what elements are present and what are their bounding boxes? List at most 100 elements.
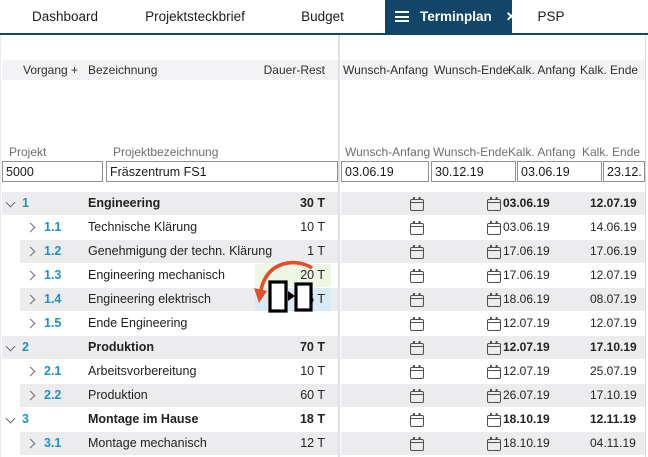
- calendar-icon[interactable]: [487, 340, 501, 355]
- calendar-icon[interactable]: [410, 340, 424, 355]
- col-kalk-ende[interactable]: Kalk. Ende: [580, 63, 638, 77]
- tab-projektsteckbrief[interactable]: Projektsteckbrief: [130, 0, 260, 33]
- tab-terminplan[interactable]: Terminplan ✕: [385, 0, 517, 33]
- task-duration[interactable]: 70 T: [255, 336, 325, 359]
- wunsch-anfang-field[interactable]: [341, 161, 429, 182]
- task-name[interactable]: Genehmigung der techn. Klärung: [88, 240, 272, 263]
- task-duration[interactable]: 12 T: [255, 432, 325, 455]
- kalk-ende-value[interactable]: 12.07.19: [590, 312, 637, 335]
- calendar-icon[interactable]: [487, 364, 501, 379]
- wunsch-ende-field[interactable]: [431, 161, 516, 182]
- calendar-icon[interactable]: [487, 220, 501, 235]
- kalk-ende-value[interactable]: 17.10.19: [590, 336, 637, 359]
- task-duration[interactable]: 10 T: [255, 216, 325, 239]
- kalk-ende-value[interactable]: 17.10.19: [590, 384, 637, 407]
- task-row-1-3[interactable]: 1.3 Engineering mechanisch 20 T 17.06.19…: [0, 264, 648, 288]
- kalk-anfang-value[interactable]: 17.06.19: [503, 264, 550, 287]
- task-duration[interactable]: 20 T: [255, 264, 325, 287]
- task-wbs: 2: [22, 340, 29, 354]
- kalk-ende-value[interactable]: 12.07.19: [590, 264, 637, 287]
- add-column-icon[interactable]: +: [71, 63, 78, 77]
- col-vorgang[interactable]: Vorgang: [23, 63, 68, 77]
- task-row-3[interactable]: 3 Montage im Hause 18 T 18.10.19 12.11.1…: [0, 408, 648, 432]
- tab-dashboard[interactable]: Dashboard: [0, 0, 130, 33]
- col-bezeichnung[interactable]: Bezeichnung: [88, 63, 157, 77]
- task-name[interactable]: Arbeitsvorbereitung: [88, 360, 196, 383]
- kalk-anfang-value[interactable]: 12.07.19: [503, 360, 550, 383]
- calendar-icon[interactable]: [487, 244, 501, 259]
- calendar-icon[interactable]: [410, 292, 424, 307]
- task-row-2[interactable]: 2 Produktion 70 T 12.07.19 17.10.19: [0, 336, 648, 360]
- task-name[interactable]: Ende Engineering: [88, 312, 187, 335]
- kalk-ende-value[interactable]: 12.11.19: [590, 408, 636, 431]
- col-kalk-anfang[interactable]: Kalk. Anfang: [508, 63, 575, 77]
- task-duration[interactable]: 10 T: [255, 360, 325, 383]
- kalk-ende-field[interactable]: [603, 161, 645, 182]
- kalk-anfang-value[interactable]: 17.06.19: [503, 240, 550, 263]
- kalk-anfang-field[interactable]: [517, 161, 602, 182]
- task-row-1[interactable]: 1 Engineering 30 T 03.06.19 12.07.19: [0, 192, 648, 216]
- col-dauer-rest[interactable]: Dauer-Rest: [255, 63, 325, 77]
- calendar-icon[interactable]: [410, 244, 424, 259]
- calendar-icon[interactable]: [487, 412, 501, 427]
- task-name[interactable]: Produktion: [88, 384, 148, 407]
- menu-icon[interactable]: [395, 11, 409, 22]
- kalk-ende-value[interactable]: 25.07.19: [590, 360, 637, 383]
- kalk-anfang-value[interactable]: 03.06.19: [503, 216, 550, 239]
- calendar-icon[interactable]: [410, 412, 424, 427]
- tab-psp[interactable]: PSP: [512, 0, 590, 33]
- calendar-icon[interactable]: [487, 436, 501, 451]
- kalk-ende-value[interactable]: 14.06.19: [590, 216, 637, 239]
- kalk-ende-value[interactable]: 17.06.19: [590, 240, 637, 263]
- kalk-anfang-value[interactable]: 12.07.19: [503, 312, 550, 335]
- kalk-ende-value[interactable]: 12.07.19: [590, 192, 637, 215]
- task-name[interactable]: Engineering elektrisch: [88, 288, 211, 311]
- task-row-1-2[interactable]: 1.2 Genehmigung der techn. Klärung 1 T 1…: [0, 240, 648, 264]
- calendar-icon[interactable]: [487, 268, 501, 283]
- task-name[interactable]: Montage im Hause: [88, 408, 198, 431]
- task-row-1-4[interactable]: 1.4 Engineering elektrisch 15 T 18.06.19…: [0, 288, 648, 312]
- task-row-1-5[interactable]: 1.5 Ende Engineering 12.07.19 12.07.19: [0, 312, 648, 336]
- kalk-anfang-value[interactable]: 18.10.19: [503, 432, 550, 455]
- calendar-icon[interactable]: [410, 388, 424, 403]
- col-wunsch-ende[interactable]: Wunsch-Ende: [434, 63, 509, 77]
- kalk-ende-value[interactable]: 04.11.19: [590, 432, 636, 455]
- task-row-1-1[interactable]: 1.1 Technische Klärung 10 T 03.06.19 14.…: [0, 216, 648, 240]
- kalk-anfang-value[interactable]: 18.10.19: [503, 408, 550, 431]
- task-name[interactable]: Technische Klärung: [88, 216, 197, 239]
- projektbezeichnung-field[interactable]: [106, 161, 338, 182]
- calendar-icon[interactable]: [410, 220, 424, 235]
- calendar-icon[interactable]: [410, 364, 424, 379]
- task-name[interactable]: Engineering: [88, 192, 160, 215]
- tab-budget[interactable]: Budget: [260, 0, 385, 33]
- pane-divider[interactable]: [338, 35, 340, 457]
- projekt-field[interactable]: [2, 161, 103, 182]
- kalk-anfang-value[interactable]: 12.07.19: [503, 336, 550, 359]
- kalk-ende-value[interactable]: 08.07.19: [590, 288, 637, 311]
- task-duration[interactable]: 15 T: [255, 288, 325, 311]
- calendar-icon[interactable]: [410, 316, 424, 331]
- calendar-icon[interactable]: [487, 292, 501, 307]
- calendar-icon[interactable]: [410, 196, 424, 211]
- calendar-icon[interactable]: [487, 388, 501, 403]
- task-duration[interactable]: 30 T: [255, 192, 325, 215]
- kalk-anfang-value[interactable]: 03.06.19: [503, 192, 550, 215]
- task-wbs: 3: [22, 412, 29, 426]
- task-duration[interactable]: 60 T: [255, 384, 325, 407]
- calendar-icon[interactable]: [410, 436, 424, 451]
- task-wbs: 1.1: [44, 220, 62, 234]
- task-duration[interactable]: 18 T: [255, 408, 325, 431]
- col-wunsch-anfang[interactable]: Wunsch-Anfang: [343, 63, 428, 77]
- task-duration[interactable]: 1 T: [255, 240, 325, 263]
- kalk-anfang-value[interactable]: 18.06.19: [503, 288, 550, 311]
- task-row-3-1[interactable]: 3.1 Montage mechanisch 12 T 18.10.19 04.…: [0, 432, 648, 456]
- task-row-2-2[interactable]: 2.2 Produktion 60 T 26.07.19 17.10.19: [0, 384, 648, 408]
- task-name[interactable]: Montage mechanisch: [88, 432, 207, 455]
- calendar-icon[interactable]: [487, 316, 501, 331]
- task-name[interactable]: Engineering mechanisch: [88, 264, 225, 287]
- kalk-anfang-value[interactable]: 26.07.19: [503, 384, 550, 407]
- calendar-icon[interactable]: [410, 268, 424, 283]
- task-name[interactable]: Produktion: [88, 336, 154, 359]
- task-row-2-1[interactable]: 2.1 Arbeitsvorbereitung 10 T 12.07.19 25…: [0, 360, 648, 384]
- calendar-icon[interactable]: [487, 196, 501, 211]
